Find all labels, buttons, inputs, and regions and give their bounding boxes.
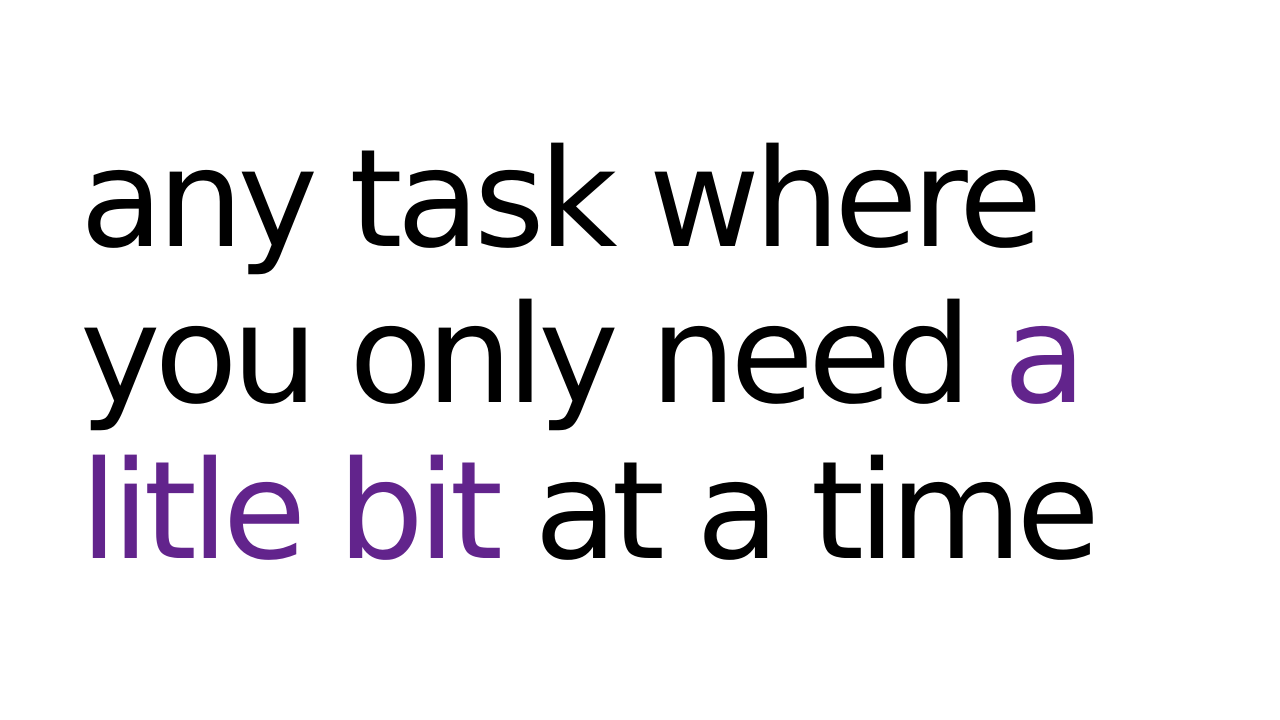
headline-line-2-accent: a <box>1003 277 1086 435</box>
headline-line-1: any task where <box>80 122 1240 278</box>
headline-line-3-text: at a time <box>497 433 1100 591</box>
headline-line-2: you only need a <box>80 278 1240 434</box>
slide: any task where you only need a litle bit… <box>0 0 1280 720</box>
slide-headline: any task where you only need a litle bit… <box>80 122 1240 590</box>
headline-line-1-text: any task where <box>80 121 1042 279</box>
headline-line-3-accent: litle bit <box>80 433 503 591</box>
headline-line-3: litle bit at a time <box>80 434 1240 590</box>
headline-line-2-text: you only need <box>80 277 1004 435</box>
